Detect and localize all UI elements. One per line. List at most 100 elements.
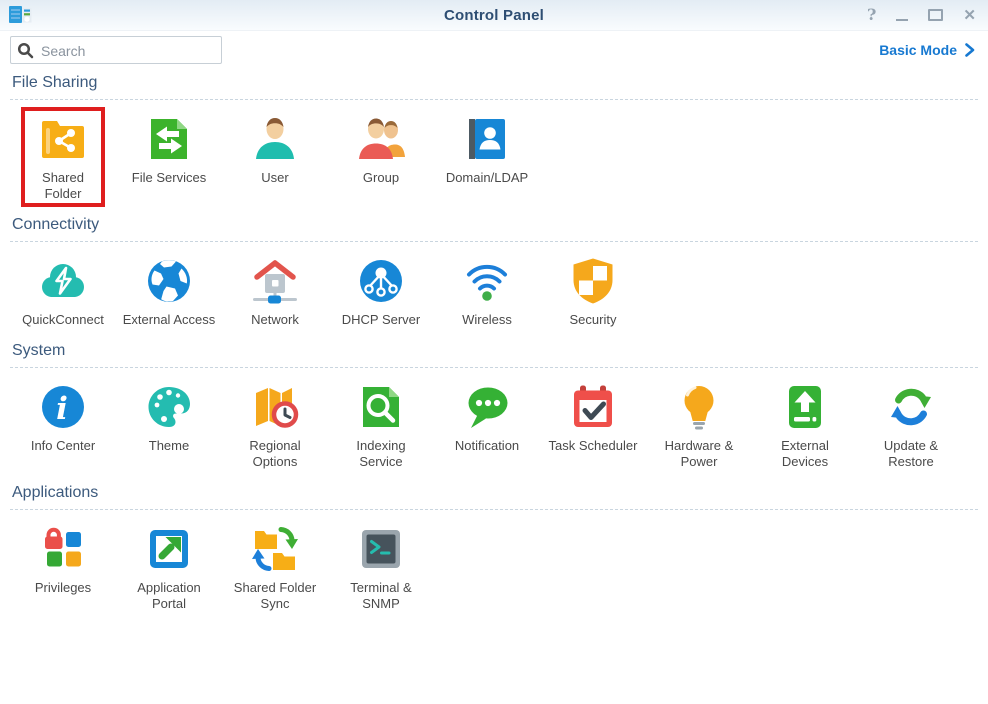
item-label: External Devices (752, 438, 858, 470)
network-icon (249, 255, 301, 307)
launcher-item-update-restore[interactable]: Update & Restore (858, 376, 964, 474)
sections: File Sharing Shared Folder File Services… (0, 71, 988, 618)
launcher-item-regional-options[interactable]: Regional Options (222, 376, 328, 474)
launcher-item-theme[interactable]: Theme (116, 376, 222, 458)
section-grid-system: i Info Center Theme Regional Options Ind… (10, 368, 978, 476)
item-label: Update & Restore (858, 438, 964, 470)
launcher-item-shared-folder-sync[interactable]: Shared Folder Sync (222, 518, 328, 616)
section-header-file-sharing: File Sharing (10, 71, 978, 100)
section-grid-file-sharing: Shared Folder File Services User Group D… (10, 100, 978, 208)
item-label: Regional Options (222, 438, 328, 470)
window-title: Control Panel (0, 7, 988, 24)
search-box (10, 36, 222, 64)
privileges-icon (37, 523, 89, 575)
section-applications: Applications Privileges Application Port… (10, 481, 978, 618)
chevron-right-icon (964, 43, 976, 57)
search-icon (17, 42, 34, 59)
security-icon (567, 255, 619, 307)
external-access-icon (143, 255, 195, 307)
theme-icon (143, 381, 195, 433)
domain-ldap-icon (461, 113, 513, 165)
item-label: DHCP Server (328, 312, 434, 328)
indexing-service-icon (355, 381, 407, 433)
item-label: File Services (116, 170, 222, 186)
regional-options-icon (249, 381, 301, 433)
hardware-power-icon (673, 381, 725, 433)
launcher-item-external-access[interactable]: External Access (116, 250, 222, 332)
user-icon (249, 113, 301, 165)
section-grid-applications: Privileges Application Portal Shared Fol… (10, 510, 978, 618)
section-connectivity: Connectivity QuickConnect External Acces… (10, 213, 978, 334)
shared-folder-sync-icon (249, 523, 301, 575)
maximize-icon[interactable] (928, 9, 943, 21)
quickconnect-icon (37, 255, 89, 307)
wireless-icon (461, 255, 513, 307)
launcher-item-info-center[interactable]: i Info Center (10, 376, 116, 458)
search-input[interactable] (39, 38, 221, 64)
file-services-icon (143, 113, 195, 165)
launcher-item-user[interactable]: User (222, 108, 328, 190)
launcher-item-shared-folder[interactable]: Shared Folder (10, 108, 116, 206)
item-label: Theme (116, 438, 222, 454)
launcher-item-network[interactable]: Network (222, 250, 328, 332)
group-icon (355, 113, 407, 165)
launcher-item-dhcp-server[interactable]: DHCP Server (328, 250, 434, 332)
titlebar: Control Panel ? ✕ (0, 0, 988, 31)
external-devices-icon (779, 381, 831, 433)
launcher-item-task-scheduler[interactable]: Task Scheduler (540, 376, 646, 458)
item-label: Indexing Service (328, 438, 434, 470)
launcher-item-domain-ldap[interactable]: Domain/LDAP (434, 108, 540, 190)
launcher-item-terminal-snmp[interactable]: Terminal & SNMP (328, 518, 434, 616)
section-system: System i Info Center Theme Regional Opti… (10, 339, 978, 476)
minimize-icon[interactable] (896, 10, 908, 21)
item-label: Wireless (434, 312, 540, 328)
launcher-item-hardware-power[interactable]: Hardware & Power (646, 376, 752, 474)
item-label: Notification (434, 438, 540, 454)
item-label: Hardware & Power (646, 438, 752, 470)
launcher-item-file-services[interactable]: File Services (116, 108, 222, 190)
item-label: Network (222, 312, 328, 328)
terminal-snmp-icon (355, 523, 407, 575)
item-label: Domain/LDAP (434, 170, 540, 186)
info-center-icon: i (37, 381, 89, 433)
item-label: Shared Folder Sync (222, 580, 328, 612)
launcher-item-security[interactable]: Security (540, 250, 646, 332)
application-portal-icon (143, 523, 195, 575)
launcher-item-group[interactable]: Group (328, 108, 434, 190)
launcher-item-indexing-service[interactable]: Indexing Service (328, 376, 434, 474)
item-label: External Access (116, 312, 222, 328)
section-header-system: System (10, 339, 978, 368)
launcher-item-privileges[interactable]: Privileges (10, 518, 116, 600)
item-label: Group (328, 170, 434, 186)
item-label: Privileges (10, 580, 116, 596)
item-label: User (222, 170, 328, 186)
item-label: Task Scheduler (540, 438, 646, 454)
shared-folder-icon (37, 113, 89, 165)
launcher-item-quickconnect[interactable]: QuickConnect (10, 250, 116, 332)
item-label: Security (540, 312, 646, 328)
launcher-item-external-devices[interactable]: External Devices (752, 376, 858, 474)
window-controls: ? ✕ (867, 0, 976, 30)
section-file-sharing: File Sharing Shared Folder File Services… (10, 71, 978, 208)
update-restore-icon (885, 381, 937, 433)
close-icon[interactable]: ✕ (963, 8, 976, 23)
section-header-connectivity: Connectivity (10, 213, 978, 242)
launcher-item-application-portal[interactable]: Application Portal (116, 518, 222, 616)
dhcp-server-icon (355, 255, 407, 307)
item-label: Terminal & SNMP (328, 580, 434, 612)
launcher-item-wireless[interactable]: Wireless (434, 250, 540, 332)
basic-mode-button[interactable]: Basic Mode (879, 42, 976, 58)
section-header-applications: Applications (10, 481, 978, 510)
item-label: Shared Folder (10, 170, 116, 202)
task-scheduler-icon (567, 381, 619, 433)
basic-mode-label: Basic Mode (879, 42, 957, 58)
item-label: QuickConnect (10, 312, 116, 328)
item-label: Info Center (10, 438, 116, 454)
section-grid-connectivity: QuickConnect External Access Network DHC… (10, 242, 978, 334)
launcher-item-notification[interactable]: Notification (434, 376, 540, 458)
item-label: Application Portal (116, 580, 222, 612)
help-icon[interactable]: ? (867, 7, 876, 23)
svg-text:i: i (56, 391, 68, 427)
notification-icon (461, 381, 513, 433)
control-panel-window: Control Panel ? ✕ Basic Mode File Sharin… (0, 0, 988, 704)
